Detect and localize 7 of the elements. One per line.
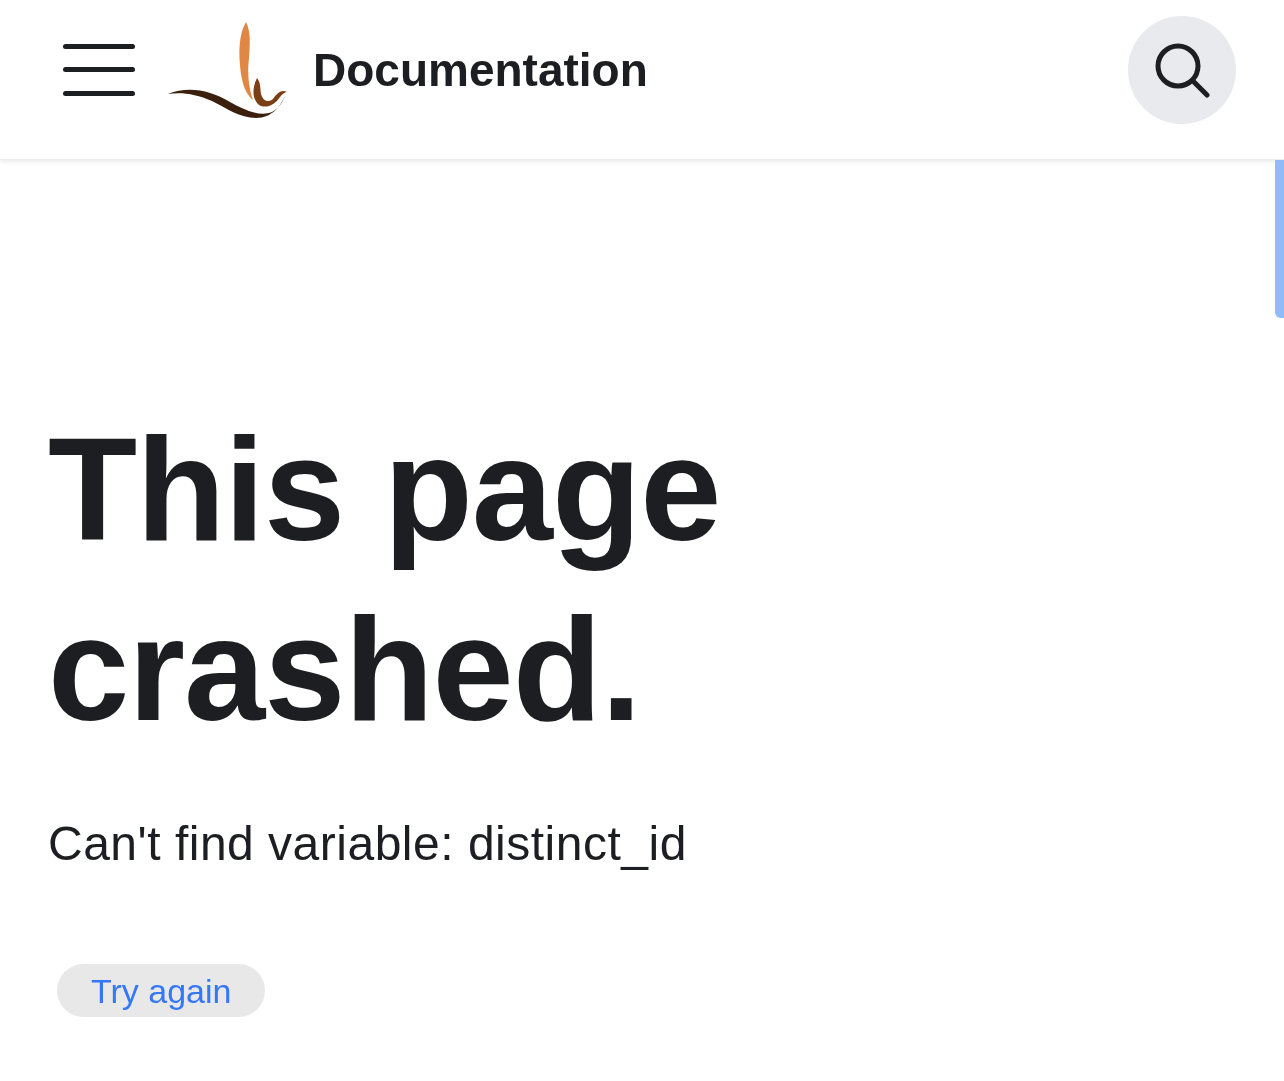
menu-button[interactable] (63, 43, 135, 96)
site-title: Documentation (313, 46, 648, 93)
error-message: Can't find variable: distinct_id (48, 816, 687, 872)
error-heading: This page crashed. (48, 407, 722, 753)
swoosh-logo-icon[interactable] (168, 21, 287, 118)
try-again-button[interactable]: Try again (57, 964, 266, 1017)
search-icon (1154, 41, 1210, 98)
